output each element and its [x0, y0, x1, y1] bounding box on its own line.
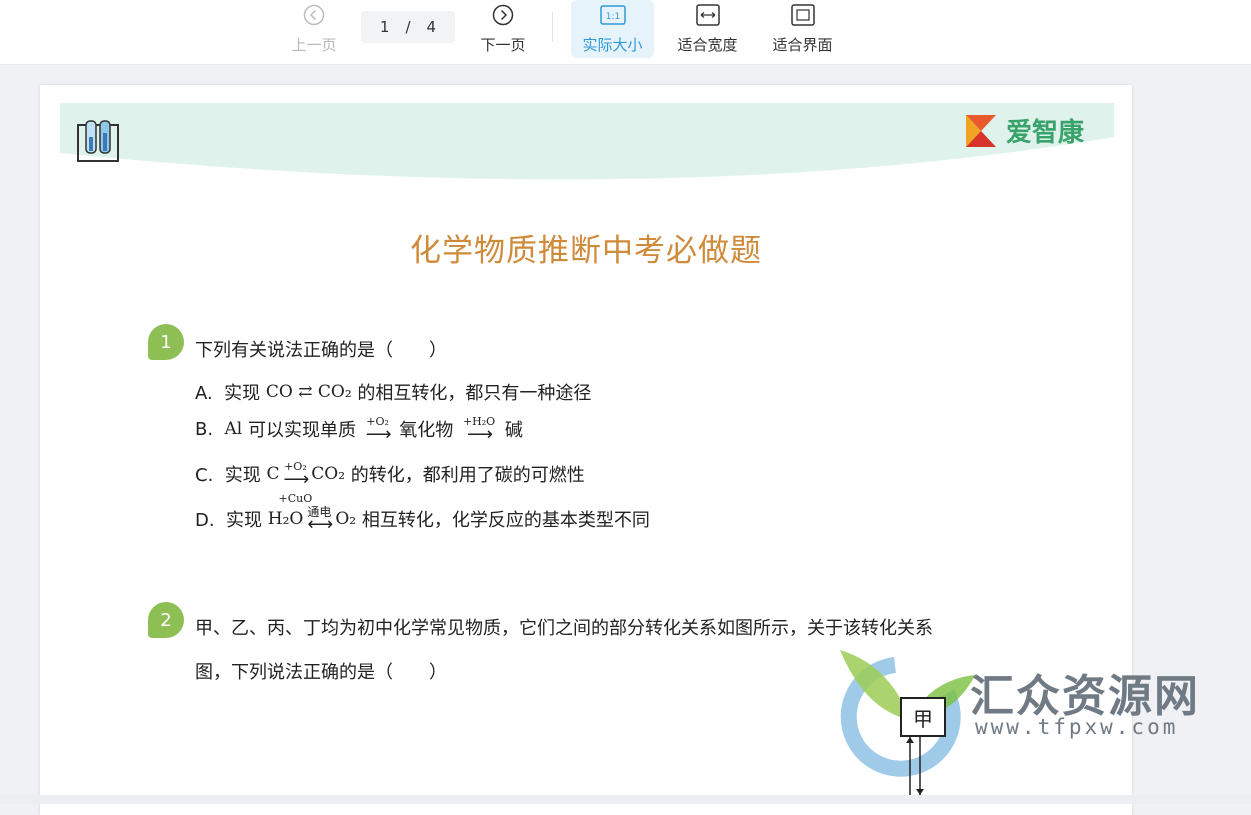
- chem-formula: C: [266, 464, 280, 484]
- svg-text:爱智康: 爱智康: [1006, 117, 1085, 148]
- total-pages: 4: [426, 18, 437, 36]
- question-2-line-1: 甲、乙、丙、丁均为初中化学常见物质，它们之间的部分转化关系如图所示，关于该转化关…: [195, 618, 933, 639]
- prev-page-label: 上一页: [291, 36, 337, 54]
- actual-size-button[interactable]: 1:1 实际大小: [571, 0, 654, 58]
- question-2-line-2: 图，下列说法正确的是（ ）: [195, 662, 447, 683]
- option-text: 氧化物: [393, 420, 459, 441]
- chem-formula: CO₂: [311, 464, 346, 484]
- chevron-left-icon: [303, 2, 325, 28]
- status-bar: [0, 795, 1251, 804]
- question-1-option-b[interactable]: B. Al 可以实现单质 +O₂ ⟶ 氧化物 +H₂O ⟶ 碱: [195, 415, 523, 445]
- diagram-node: 甲: [900, 697, 946, 737]
- fit-page-button[interactable]: 适合界面: [765, 0, 840, 58]
- option-text: D. 实现: [195, 510, 268, 531]
- fit-width-label: 适合宽度: [677, 36, 738, 54]
- option-text: 可以实现单质: [242, 420, 362, 441]
- question-1-option-d[interactable]: D. 实现 H₂O 通电 ⟷ O₂ 相互转化，化学反应的基本类型不同: [195, 505, 650, 535]
- prev-page-button[interactable]: 上一页: [286, 0, 342, 58]
- fit-page-label: 适合界面: [772, 36, 833, 54]
- question-number-badge: 1: [148, 324, 184, 360]
- fit-width-button[interactable]: 适合宽度: [670, 0, 745, 58]
- question-1-option-c[interactable]: C. 实现 C +O₂ ⟶ +CuO CO₂ 的转化，都利用了碳的可燃性: [195, 460, 585, 505]
- actual-size-label: 实际大小: [582, 36, 643, 54]
- chem-formula: O₂: [335, 509, 357, 529]
- option-text: A. 实现: [195, 383, 266, 404]
- page-separator: /: [405, 18, 411, 36]
- option-text: 相互转化，化学反应的基本类型不同: [356, 510, 650, 531]
- question-1-option-a[interactable]: A. 实现 CO ⇄ CO₂ 的相互转化，都只有一种途径: [195, 379, 591, 405]
- reaction-arrow: +O₂ ⟶ +CuO: [278, 460, 313, 505]
- option-text: B.: [195, 418, 225, 440]
- question-number-badge: 2: [148, 602, 184, 638]
- diagram-arrows: [906, 737, 924, 795]
- current-page-input[interactable]: 1: [380, 18, 390, 36]
- chem-formula: CO ⇄ CO₂: [265, 382, 352, 402]
- toolbar-divider: [552, 12, 553, 42]
- option-text: 的相互转化，都只有一种途径: [351, 383, 592, 404]
- next-page-button[interactable]: 下一页: [475, 0, 531, 58]
- page-indicator[interactable]: 1 / 4: [361, 11, 455, 43]
- watermark-url: www.tfpxw.com: [975, 715, 1179, 739]
- fit-page-icon: [790, 2, 815, 28]
- option-text: C. 实现: [195, 465, 267, 486]
- chevron-right-icon: [492, 2, 514, 28]
- reaction-arrow: +O₂ ⟶: [365, 415, 392, 445]
- actual-size-icon: 1:1: [599, 2, 626, 28]
- viewer-toolbar: 上一页 1 / 4 下一页 1:1 实际大小 适合宽度 适合界面: [0, 0, 1251, 65]
- page-banner: 爱智康: [60, 103, 1114, 180]
- page-title: 化学物质推断中考必做题: [410, 233, 762, 269]
- reaction-arrow: 通电 ⟷: [307, 505, 333, 535]
- option-text: 的转化，都利用了碳的可燃性: [345, 465, 585, 486]
- svg-text:1:1: 1:1: [605, 12, 619, 22]
- option-text: 碱: [499, 420, 523, 441]
- chem-formula: Al: [224, 419, 243, 439]
- chem-formula: H₂O: [267, 509, 304, 529]
- reaction-arrow: +H₂O ⟶: [462, 415, 496, 445]
- fit-width-icon: [695, 2, 720, 28]
- next-page-label: 下一页: [480, 36, 526, 54]
- question-1-stem: 下列有关说法正确的是（ ）: [195, 340, 447, 361]
